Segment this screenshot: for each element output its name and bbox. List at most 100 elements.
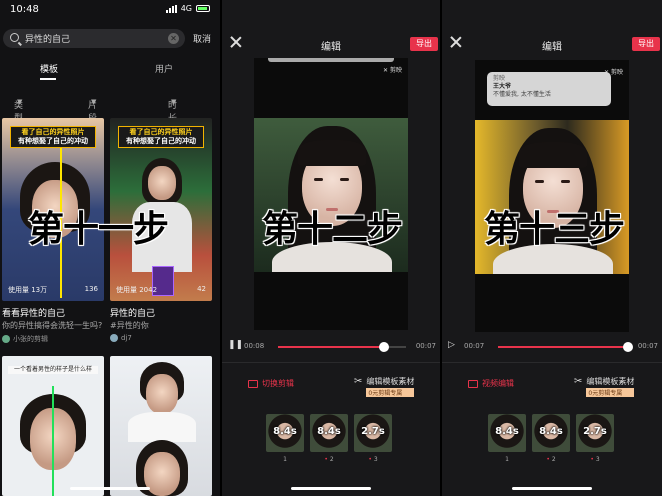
search-input[interactable]: 异性的自己 ✕ — [3, 29, 185, 48]
template-card-4[interactable] — [110, 356, 212, 496]
play-icon[interactable]: ▷ — [448, 340, 455, 350]
edit-material-button[interactable]: ✂ 编辑模板素材 0元剪辑专属 — [574, 376, 635, 397]
banner-bottom: 有种想娶了自己的冲动 — [18, 137, 88, 145]
switch-edit-button[interactable]: 切换剪辑 — [248, 378, 294, 389]
card-tag[interactable]: #异性的你 — [110, 320, 149, 331]
tool-a-label: 视频编辑 — [482, 379, 514, 388]
scissors-icon: ✂ — [354, 376, 363, 387]
current-time: 00:07 — [464, 342, 485, 350]
progress-fill — [498, 346, 628, 348]
video-preview[interactable]: 剪映 — [254, 58, 408, 330]
tool-b-badge: 0元剪辑专属 — [586, 388, 635, 397]
usage-count: 使用量 2042 — [116, 286, 158, 294]
face-shape — [146, 374, 178, 414]
clip-strip: 8.4s 1 8.4s 2 2.7s 3 — [442, 414, 662, 464]
home-indicator — [512, 487, 592, 490]
clip-thumb-3[interactable]: 2.7s — [354, 414, 392, 452]
like-count: 42 — [197, 285, 206, 293]
clip-duration: 8.4s — [495, 426, 519, 437]
progress-handle[interactable] — [379, 342, 390, 352]
clip-thumb-3[interactable]: 2.7s — [576, 414, 614, 452]
clip-duration: 2.7s — [583, 426, 607, 437]
card-author[interactable]: dj7 — [110, 334, 132, 342]
card-author[interactable]: 小张的剪辑 — [2, 334, 48, 344]
card-title[interactable]: 异性的自己 — [110, 306, 155, 319]
video-preview[interactable]: 剪映 剪映 王大爷 不懂爱我, 太不懂生活 — [475, 60, 629, 332]
card-desc: 你的异性搞得会洗轻一生吗? — [2, 321, 103, 330]
status-bar: 10:48 4G — [10, 4, 210, 18]
end-time: 00:07 — [415, 342, 436, 350]
editor-title: 编辑 — [321, 42, 341, 53]
cancel-button[interactable]: 取消 — [193, 32, 211, 45]
battery-icon — [196, 5, 210, 12]
clip-thumb-1[interactable]: 8.4s — [266, 414, 304, 452]
current-time: 00:08 — [244, 342, 265, 350]
step-label-12: 第十二步 — [262, 209, 403, 250]
notification-overlay: 剪映 王大爷 不懂爱我, 太不懂生活 — [487, 72, 611, 106]
bangs-shape — [519, 142, 587, 168]
clip-thumb-2[interactable]: 8.4s — [532, 414, 570, 452]
edit-material-button[interactable]: ✂ 编辑模板素材 0元剪辑专属 — [354, 376, 415, 397]
step-label-11: 第十一步 — [28, 209, 169, 250]
chevron-down-icon: ▼ — [171, 98, 177, 106]
notif-app: 剪映 — [493, 75, 506, 82]
film-icon — [248, 379, 258, 388]
clip-duration: 2.7s — [361, 426, 385, 437]
editor-title: 编辑 — [542, 42, 562, 53]
step-label-13: 第十三步 — [484, 209, 625, 250]
card-title[interactable]: 看看异性的自己 — [2, 306, 65, 319]
eye-shape — [535, 180, 544, 183]
signal-icon — [165, 4, 177, 13]
clip-duration: 8.4s — [317, 426, 341, 437]
tool-a-label: 切换剪辑 — [262, 379, 294, 388]
card-banner: 看了自己的异性照片 有种想娶了自己的冲动 — [118, 126, 204, 148]
author-name: dj7 — [121, 334, 132, 342]
bangs-shape — [298, 140, 366, 166]
clip-number: 2 — [532, 456, 570, 463]
screenshot-collage: 10:48 4G 异性的自己 ✕ 取消 模板 用户 类型▼ 片段数▼ 时长▼ 看… — [0, 0, 662, 496]
tool-b-label: 编辑模板素材 — [366, 377, 415, 386]
clip-number: 3 — [576, 456, 614, 463]
pause-icon[interactable]: ❚❚ — [228, 340, 243, 350]
home-indicator — [70, 487, 150, 490]
card-banner: 看了自己的异性照片 有种想娶了自己的冲动 — [10, 126, 96, 148]
progress-track[interactable] — [278, 342, 406, 352]
tool-bar: 视频编辑 ✂ 编辑模板素材 0元剪辑专属 — [442, 376, 662, 400]
divider — [222, 362, 440, 363]
film-icon — [468, 379, 478, 388]
export-button[interactable]: 导出 — [632, 37, 660, 51]
status-time: 10:48 — [10, 4, 39, 15]
clip-duration: 8.4s — [273, 426, 297, 437]
notif-title: 王大爷 — [493, 83, 512, 90]
notif-message: 不懂爱我, 太不懂生活 — [493, 91, 551, 98]
template-card-3[interactable]: 一个看着男性的样子是什么样 — [2, 356, 104, 496]
clip-number: 1 — [505, 456, 509, 463]
result-tabs: 模板 用户 — [0, 62, 220, 80]
progress-handle[interactable] — [623, 342, 633, 352]
export-button[interactable]: 导出 — [410, 37, 438, 51]
progress-track[interactable] — [498, 342, 633, 352]
tab-users[interactable]: 用户 — [155, 62, 173, 75]
search-query: 异性的自己 — [25, 35, 71, 45]
eye-shape — [340, 178, 349, 181]
split-line — [52, 386, 54, 496]
banner-top: 看了自己的异性照片 — [129, 128, 193, 136]
watermark: 剪映 — [383, 65, 402, 74]
card-stats: 使用量 13万 136 — [8, 285, 98, 295]
shirt-shape — [128, 412, 196, 442]
clip-number: 2 — [310, 456, 348, 463]
search-icon — [10, 33, 19, 42]
status-icons: 4G — [165, 4, 210, 13]
like-count: 136 — [84, 285, 98, 293]
clip-strip: 8.4s 1 8.4s 2 2.7s 3 — [222, 414, 440, 464]
card-stats: 使用量 2042 42 — [116, 285, 206, 295]
scissors-icon: ✂ — [574, 376, 583, 387]
clear-icon[interactable]: ✕ — [168, 33, 179, 44]
video-edit-button[interactable]: 视频编辑 — [468, 378, 514, 389]
clip-thumb-2[interactable]: 8.4s — [310, 414, 348, 452]
tab-templates[interactable]: 模板 — [40, 62, 58, 75]
clip-number: 3 — [354, 456, 392, 463]
clip-thumb-1[interactable]: 8.4s — [488, 414, 526, 452]
chevron-down-icon: ▼ — [17, 98, 23, 106]
end-time: 00:07 — [637, 342, 658, 350]
